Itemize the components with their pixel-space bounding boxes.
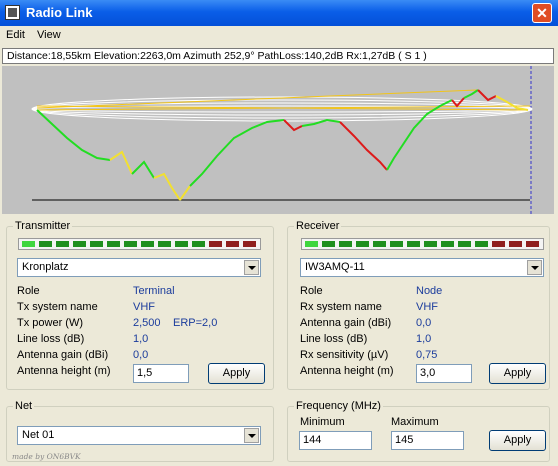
menu-edit[interactable]: Edit bbox=[6, 29, 25, 41]
terrain-segment-marginal bbox=[179, 185, 191, 201]
net-value: Net 01 bbox=[22, 429, 55, 441]
window-title: Radio Link bbox=[26, 5, 93, 20]
tx-power-value: 2,500 bbox=[133, 317, 161, 329]
rx-system-value: VHF bbox=[416, 301, 438, 313]
tx-role-value: Terminal bbox=[133, 285, 175, 297]
link-info-bar: Distance:18,55km Elevation:2263,0m Azimu… bbox=[2, 48, 554, 64]
chevron-down-icon[interactable] bbox=[244, 260, 259, 275]
rx-antenna-gain-value: 0,0 bbox=[416, 317, 432, 329]
signal-led bbox=[192, 241, 205, 247]
tx-antenna-gain-label: Antenna gain (dBi) bbox=[17, 349, 109, 361]
tx-system-value: VHF bbox=[133, 301, 155, 313]
title-bar: Radio Link ✕ bbox=[0, 0, 558, 26]
rx-line-loss-value: 1,0 bbox=[416, 333, 432, 345]
signal-led bbox=[492, 241, 505, 247]
signal-led bbox=[356, 241, 369, 247]
rx-sensitivity-label: Rx sensitivity (µV) bbox=[300, 349, 389, 361]
rx-antenna-height-label: Antenna height (m) bbox=[300, 365, 394, 377]
author-credit: made by ON6BVK bbox=[12, 452, 81, 461]
signal-led bbox=[475, 241, 488, 247]
signal-led bbox=[373, 241, 386, 247]
rx-system-label: Rx system name bbox=[300, 301, 382, 313]
signal-led bbox=[441, 241, 454, 247]
tx-signal-meter bbox=[18, 238, 261, 250]
terrain-segment-marginal bbox=[153, 172, 181, 201]
signal-led bbox=[526, 241, 539, 247]
signal-led bbox=[175, 241, 188, 247]
receiver-title: Receiver bbox=[296, 220, 340, 232]
signal-led bbox=[107, 241, 120, 247]
signal-led bbox=[305, 241, 318, 247]
tx-site-value: Kronplatz bbox=[22, 261, 69, 273]
signal-led bbox=[226, 241, 239, 247]
terrain-segment-obstructed bbox=[283, 119, 303, 132]
signal-led bbox=[124, 241, 137, 247]
app-icon bbox=[5, 5, 20, 20]
terrain-segment-obstructed bbox=[339, 121, 388, 171]
signal-led bbox=[141, 241, 154, 247]
net-title: Net bbox=[15, 400, 33, 412]
menu-bar: Edit View bbox=[0, 26, 558, 46]
tx-apply-button[interactable]: Apply bbox=[208, 363, 265, 384]
signal-led bbox=[390, 241, 403, 247]
tx-site-select[interactable]: Kronplatz bbox=[17, 258, 261, 277]
frequency-min-input[interactable]: 144 bbox=[299, 431, 372, 450]
rx-antenna-gain-label: Antenna gain (dBi) bbox=[300, 317, 392, 329]
terrain-segment-clear bbox=[386, 99, 453, 171]
signal-led bbox=[509, 241, 522, 247]
tx-line-loss-label: Line loss (dB) bbox=[17, 333, 85, 345]
signal-led bbox=[56, 241, 69, 247]
rx-antenna-height-input[interactable]: 3,0 bbox=[416, 364, 472, 383]
tx-power-label: Tx power (W) bbox=[17, 317, 83, 329]
terrain-segment-marginal bbox=[109, 150, 133, 175]
signal-led bbox=[243, 241, 256, 247]
terrain-segment-obstructed bbox=[477, 89, 497, 102]
signal-led bbox=[158, 241, 171, 247]
frequency-title: Frequency (MHz) bbox=[296, 400, 381, 412]
chevron-down-icon[interactable] bbox=[527, 260, 542, 275]
signal-led bbox=[22, 241, 35, 247]
terrain-segment-clear bbox=[463, 89, 479, 99]
terrain-profile-plot bbox=[2, 66, 554, 214]
maximum-label: Maximum bbox=[391, 416, 439, 428]
signal-led bbox=[209, 241, 222, 247]
rx-site-select[interactable]: IW3AMQ-11 bbox=[300, 258, 544, 277]
rx-site-value: IW3AMQ-11 bbox=[305, 261, 365, 273]
chevron-down-icon[interactable] bbox=[244, 428, 259, 443]
tx-antenna-height-input[interactable]: 1,5 bbox=[133, 364, 189, 383]
rx-role-value: Node bbox=[416, 285, 443, 297]
menu-view[interactable]: View bbox=[37, 29, 61, 41]
signal-led bbox=[407, 241, 420, 247]
signal-led bbox=[322, 241, 335, 247]
terrain-segment-clear bbox=[189, 119, 285, 187]
signal-led bbox=[73, 241, 86, 247]
signal-led bbox=[424, 241, 437, 247]
signal-led bbox=[458, 241, 471, 247]
tx-erp-value: ERP=2,0 bbox=[173, 317, 218, 329]
signal-led bbox=[339, 241, 352, 247]
rx-signal-meter bbox=[301, 238, 544, 250]
tx-line-loss-value: 1,0 bbox=[133, 333, 149, 345]
frequency-max-input[interactable]: 145 bbox=[391, 431, 464, 450]
rx-line-loss-label: Line loss (dB) bbox=[300, 333, 368, 345]
minimum-label: Minimum bbox=[300, 416, 345, 428]
rx-role-label: Role bbox=[300, 285, 323, 297]
signal-led bbox=[39, 241, 52, 247]
tx-antenna-gain-value: 0,0 bbox=[133, 349, 149, 361]
rx-sensitivity-value: 0,75 bbox=[416, 349, 438, 361]
frequency-apply-button[interactable]: Apply bbox=[489, 430, 546, 451]
tx-system-label: Tx system name bbox=[17, 301, 98, 313]
tx-role-label: Role bbox=[17, 285, 40, 297]
net-select[interactable]: Net 01 bbox=[17, 426, 261, 445]
rx-apply-button[interactable]: Apply bbox=[489, 363, 546, 384]
signal-led bbox=[90, 241, 103, 247]
terrain-segment-clear bbox=[131, 160, 155, 179]
tx-antenna-height-label: Antenna height (m) bbox=[17, 365, 111, 377]
close-button[interactable]: ✕ bbox=[532, 3, 552, 23]
transmitter-title: Transmitter bbox=[15, 220, 71, 232]
